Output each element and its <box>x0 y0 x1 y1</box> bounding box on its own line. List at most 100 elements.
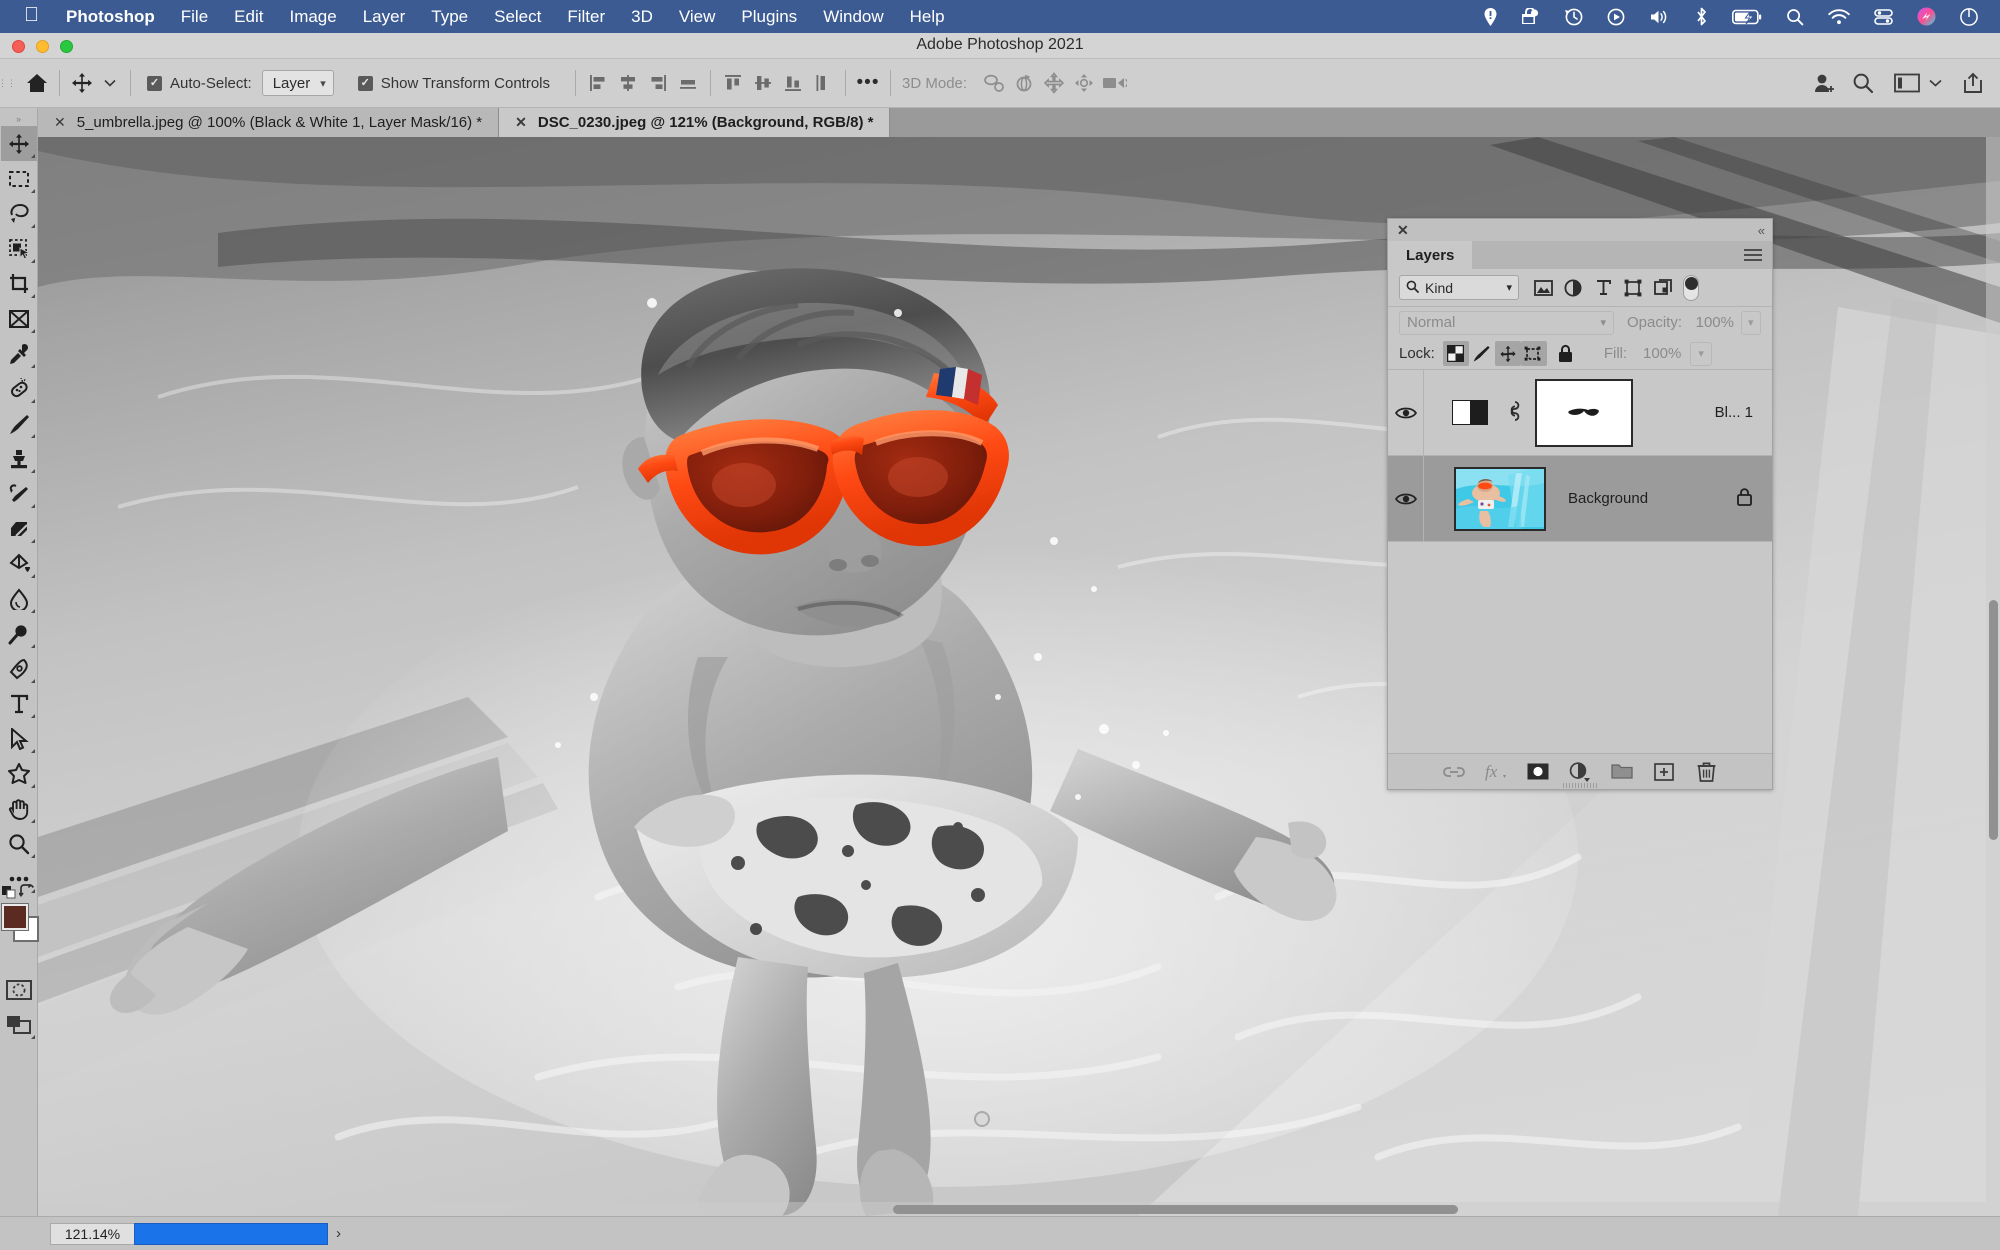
background-layer-thumbnail[interactable] <box>1454 466 1546 531</box>
align-left-edges-icon[interactable] <box>583 68 613 98</box>
layer-mask-thumbnail[interactable] <box>1535 378 1633 447</box>
align-top-edges-icon[interactable] <box>718 68 748 98</box>
path-selection-tool[interactable] <box>1 721 37 756</box>
horizontal-type-tool[interactable] <box>1 686 37 721</box>
vertical-scrollbar-thumb[interactable] <box>1989 600 1998 840</box>
panel-menu-icon[interactable] <box>1744 241 1772 269</box>
link-mask-icon[interactable] <box>1508 400 1522 426</box>
apple-icon[interactable]:  <box>10 5 53 28</box>
lock-image-pixels-button[interactable] <box>1469 341 1495 366</box>
workspace-icon[interactable] <box>1892 68 1922 98</box>
home-icon[interactable] <box>22 68 52 98</box>
blend-mode-dropdown[interactable]: Normal ▾ <box>1399 310 1614 335</box>
pen-tool[interactable] <box>1 651 37 686</box>
black-and-white-adjustment-thumbnail[interactable] <box>1452 400 1488 425</box>
auto-select-checkbox[interactable] <box>147 75 162 91</box>
fill-value[interactable]: 100% <box>1634 342 1690 366</box>
pixel-layer-filter-icon[interactable] <box>1529 275 1557 301</box>
layer-name-adjustment[interactable]: Bl... 1 <box>1715 404 1753 421</box>
show-transform-checkbox[interactable] <box>357 75 373 91</box>
opacity-value[interactable]: 100% <box>1689 311 1741 335</box>
location-pin-icon[interactable] <box>1472 7 1509 26</box>
frame-tool[interactable] <box>1 301 37 336</box>
tools-panel-grip[interactable]: » <box>16 112 21 126</box>
close-icon[interactable]: ✕ <box>54 114 66 131</box>
search-icon[interactable] <box>1848 68 1878 98</box>
horizontal-scrollbar-thumb[interactable] <box>893 1205 1458 1214</box>
lock-artboard-nesting-button[interactable] <box>1520 341 1547 366</box>
align-horizontal-centers-icon[interactable] <box>613 68 643 98</box>
play-circle-icon[interactable] <box>1595 8 1637 26</box>
layer-row-adjustment[interactable]: Bl... 1 <box>1388 370 1772 456</box>
eraser-tool[interactable] <box>1 511 37 546</box>
zoom-tool[interactable] <box>1 826 37 861</box>
swap-colors-icon[interactable] <box>17 884 35 901</box>
spotlight-search-icon[interactable] <box>1774 8 1816 26</box>
foreground-color-swatch[interactable] <box>0 903 29 931</box>
close-icon[interactable]: ✕ <box>515 114 527 131</box>
clone-stamp-tool[interactable] <box>1 441 37 476</box>
rectangular-marquee-tool[interactable] <box>1 161 37 196</box>
crop-tool[interactable] <box>1 266 37 301</box>
menu-plugins[interactable]: Plugins <box>728 7 810 27</box>
blur-tool[interactable] <box>1 581 37 616</box>
siri-icon[interactable] <box>1905 7 1948 26</box>
distribute-vertical-icon[interactable] <box>808 68 838 98</box>
auto-select-scope-dropdown[interactable]: Layer ▾ <box>261 70 334 96</box>
menu-3d[interactable]: 3D <box>618 7 666 27</box>
volume-icon[interactable] <box>1637 8 1683 26</box>
panel-resize-grip[interactable] <box>1563 783 1597 788</box>
quick-mask-icon[interactable] <box>1 972 37 1007</box>
shape-layer-filter-icon[interactable] <box>1619 275 1647 301</box>
tool-preset-chevron-icon[interactable] <box>97 68 123 98</box>
slide-3d-icon[interactable] <box>1069 68 1099 98</box>
gradient-tool[interactable] <box>1 546 37 581</box>
brush-tool[interactable] <box>1 406 37 441</box>
filter-kind-dropdown[interactable]: Kind ▾ <box>1399 275 1519 300</box>
menu-select[interactable]: Select <box>481 7 554 27</box>
menu-file[interactable]: File <box>168 7 221 27</box>
move-tool-icon[interactable] <box>67 68 97 98</box>
lasso-tool[interactable] <box>1 196 37 231</box>
lock-position-button[interactable] <box>1494 341 1521 366</box>
layer-visibility-toggle[interactable] <box>1388 370 1424 455</box>
status-bar-expand-arrow[interactable]: › <box>336 1225 341 1242</box>
document-tab-2[interactable]: ✕ DSC_0230.jpeg @ 121% (Background, RGB/… <box>499 108 891 137</box>
options-bar-grip[interactable]: ⋮⋮ <box>0 59 16 107</box>
hand-tool[interactable] <box>1 791 37 826</box>
screen-mode-icon[interactable] <box>1 1007 37 1042</box>
spot-healing-brush-tool[interactable] <box>1 371 37 406</box>
new-group-icon[interactable] <box>1610 760 1634 784</box>
layer-row-background[interactable]: Background <box>1388 456 1772 542</box>
share-user-icon[interactable] <box>1810 68 1840 98</box>
more-options-icon[interactable]: ••• <box>853 68 883 98</box>
canvas-horizontal-scrollbar[interactable] <box>38 1202 1986 1216</box>
roll-3d-icon[interactable] <box>1009 68 1039 98</box>
align-vertical-centers-icon[interactable] <box>748 68 778 98</box>
screen-lock-icon[interactable] <box>1509 7 1553 26</box>
collapse-panel-icon[interactable]: « <box>1758 223 1765 238</box>
menu-window[interactable]: Window <box>810 7 896 27</box>
distribute-horizontal-icon[interactable] <box>673 68 703 98</box>
layer-style-fx-icon[interactable]: fx <box>1484 760 1508 784</box>
new-layer-icon[interactable] <box>1652 760 1676 784</box>
object-selection-tool[interactable] <box>1 231 37 266</box>
fill-slider-chevron-icon[interactable]: ▾ <box>1690 341 1713 366</box>
default-colors-icon[interactable] <box>1 886 16 899</box>
type-layer-filter-icon[interactable] <box>1589 275 1617 301</box>
add-layer-mask-icon[interactable] <box>1526 760 1550 784</box>
menu-edit[interactable]: Edit <box>221 7 276 27</box>
layer-name-background[interactable]: Background <box>1568 490 1648 507</box>
link-layers-icon[interactable] <box>1442 760 1466 784</box>
pan-3d-icon[interactable] <box>1039 68 1069 98</box>
adjustment-layer-filter-icon[interactable] <box>1559 275 1587 301</box>
lock-transparent-pixels-button[interactable] <box>1442 341 1469 366</box>
menu-filter[interactable]: Filter <box>554 7 618 27</box>
opacity-slider-chevron-icon[interactable]: ▾ <box>1740 310 1761 335</box>
lock-all-button[interactable] <box>1553 341 1579 366</box>
menu-help[interactable]: Help <box>897 7 958 27</box>
scale-3d-camera-icon[interactable] <box>1099 68 1129 98</box>
filter-toggle-switch[interactable] <box>1683 274 1699 301</box>
layer-visibility-toggle[interactable] <box>1388 456 1424 541</box>
align-bottom-edges-icon[interactable] <box>778 68 808 98</box>
